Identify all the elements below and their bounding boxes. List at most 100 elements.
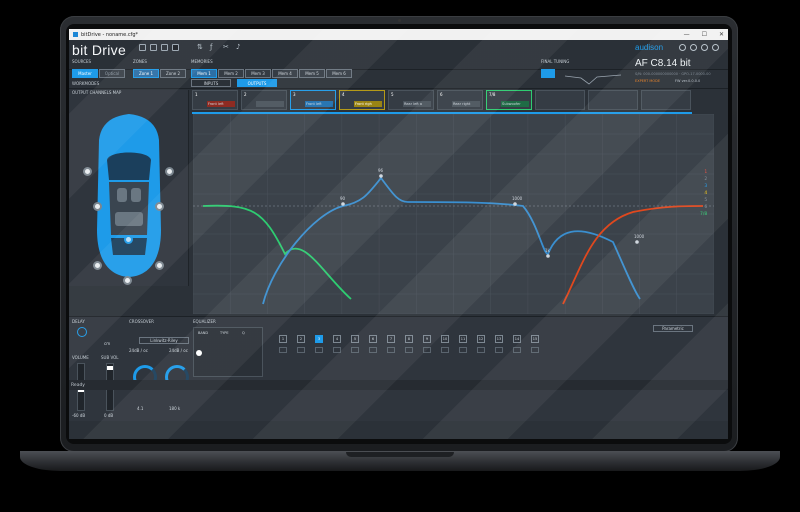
eq-mode-select[interactable]: Parametric — [653, 325, 693, 332]
eq-band-6[interactable]: 6 — [369, 335, 377, 343]
speaker-rear-right[interactable] — [155, 261, 164, 270]
eq-band-type[interactable] — [351, 347, 359, 353]
microphone-icon[interactable]: ♪ — [236, 44, 243, 51]
legend-ch-7-8[interactable]: 7/8 — [700, 211, 707, 218]
settings-icon[interactable] — [690, 44, 697, 51]
workmodes-label: WORKMODES — [72, 81, 100, 86]
speaker-subwoofer[interactable] — [123, 276, 132, 285]
legend-ch-2[interactable]: 2 — [700, 176, 707, 183]
eq-band-type[interactable] — [369, 347, 377, 353]
eq-band-type[interactable] — [405, 347, 413, 353]
legend-ch-3[interactable]: 3 — [700, 183, 707, 190]
eq-band-type[interactable] — [279, 347, 287, 353]
support-icon[interactable] — [712, 44, 719, 51]
help-icon[interactable] — [679, 44, 686, 51]
new-file-icon[interactable] — [139, 44, 146, 51]
output-map-panel: OUTPUT CHANNELS MAP — [69, 90, 189, 286]
maximize-button[interactable]: ☐ — [702, 31, 707, 38]
channel-3[interactable]: 3 Front left — [290, 90, 336, 110]
channel-7-8[interactable]: 7/8 Subwoofer — [486, 90, 532, 110]
channel-number: 1 — [195, 92, 198, 97]
legend-ch-4[interactable]: 4 — [700, 190, 707, 197]
channel-4[interactable]: 4 Front righ — [339, 90, 385, 110]
eq-band-type[interactable] — [531, 347, 539, 353]
tab-outputs[interactable]: OUTPUTS — [237, 79, 277, 87]
frequency-response-graph[interactable]: 96 90 1000 1k 1000 — [193, 114, 714, 314]
crossover-slope-hp[interactable]: 24dB / oc — [129, 348, 148, 353]
channel-label: Subwoofer — [501, 101, 529, 107]
eq-band-type[interactable] — [495, 347, 503, 353]
speaker-front-right[interactable] — [165, 167, 174, 176]
eq-band-7[interactable]: 7 — [387, 335, 395, 343]
crossover-type-select[interactable]: Linkwitz-Riley — [139, 337, 189, 344]
eq-band-type[interactable] — [477, 347, 485, 353]
device-icon[interactable] — [172, 44, 179, 51]
eq-band-14[interactable]: 14 — [513, 335, 521, 343]
channel-extra[interactable] — [535, 90, 585, 110]
speaker-front-left[interactable] — [83, 167, 92, 176]
eq-band-5[interactable]: 5 — [351, 335, 359, 343]
routing-icon[interactable]: ⇅ — [197, 44, 204, 51]
eq-band-13[interactable]: 13 — [495, 335, 503, 343]
legend-ch-1[interactable]: 1 — [700, 169, 707, 176]
eq-band-type[interactable] — [297, 347, 305, 353]
eq-point-marker — [379, 174, 383, 178]
channel-strip: 1 Front left 2 3 Front left 4 Front righ… — [190, 90, 728, 114]
channel-extra[interactable] — [641, 90, 691, 110]
eq-point-label: 1000 — [512, 196, 523, 201]
delay-knob[interactable] — [77, 327, 87, 337]
eq-point-marker — [635, 240, 639, 244]
zones-label: ZONES — [133, 59, 147, 64]
channel-5[interactable]: 5 Rear left a — [388, 90, 434, 110]
sub-vol-slider-thumb[interactable] — [107, 366, 113, 370]
channel-extra[interactable] — [588, 90, 638, 110]
eq-band-type[interactable] — [459, 347, 467, 353]
channel-label — [256, 101, 284, 107]
eq-band-11[interactable]: 11 — [459, 335, 467, 343]
eq-band-type[interactable] — [333, 347, 341, 353]
close-button[interactable]: ✕ — [719, 31, 724, 38]
output-map-label: OUTPUT CHANNELS MAP — [72, 90, 122, 95]
eq-band-type[interactable] — [387, 347, 395, 353]
eq-band-9[interactable]: 9 — [423, 335, 431, 343]
eq-band-dot[interactable] — [196, 350, 202, 356]
eq-point-marker — [341, 202, 345, 206]
speaker-rear-left[interactable] — [93, 261, 102, 270]
eq-band-2[interactable]: 2 — [297, 335, 305, 343]
save-icon[interactable] — [161, 44, 168, 51]
eq-band-editor: BAND TYPE Q — [193, 327, 263, 377]
speaker-mid-left[interactable] — [93, 202, 102, 211]
channel-1[interactable]: 1 Front left — [192, 90, 238, 110]
channel-2[interactable]: 2 — [241, 90, 287, 110]
eq-band-12[interactable]: 12 — [477, 335, 485, 343]
crossover-slope-lp[interactable]: 24dB / oc — [169, 348, 188, 353]
eq-type-header: TYPE — [220, 331, 229, 335]
eq-band-4[interactable]: 4 — [333, 335, 341, 343]
app-screen: bitDrive - noname.cfg* — ☐ ✕ bit Drive ⇅… — [69, 29, 728, 439]
eq-band-15[interactable]: 15 — [531, 335, 539, 343]
info-icon[interactable] — [701, 44, 708, 51]
eq-band-1[interactable]: 1 — [279, 335, 287, 343]
tools-icon[interactable]: ✂ — [223, 44, 230, 51]
function-icon[interactable]: ƒ — [210, 44, 217, 51]
eq-band-type[interactable] — [513, 347, 521, 353]
speaker-center[interactable] — [124, 235, 133, 244]
legend-ch-5[interactable]: 5 — [700, 197, 707, 204]
eq-band-type[interactable] — [315, 347, 323, 353]
eq-band-type[interactable] — [423, 347, 431, 353]
eq-band-8[interactable]: 8 — [405, 335, 413, 343]
eq-q-header: Q — [242, 331, 245, 335]
top-bar: bit Drive ⇅ ƒ ✂ ♪ audison SOURCES ZONES … — [69, 40, 728, 70]
tab-inputs[interactable]: INPUTS — [191, 79, 231, 87]
memories-label: MEMORIES — [191, 59, 213, 64]
eq-band-header: BAND — [198, 331, 209, 335]
delay-unit: cm — [104, 341, 111, 346]
legend-ch-6[interactable]: 6 — [700, 204, 707, 211]
open-folder-icon[interactable] — [150, 44, 157, 51]
eq-band-10[interactable]: 10 — [441, 335, 449, 343]
channel-6[interactable]: 6 Rear right — [437, 90, 483, 110]
eq-band-type[interactable] — [441, 347, 449, 353]
speaker-mid-right[interactable] — [155, 202, 164, 211]
eq-band-3[interactable]: 3 — [315, 335, 323, 343]
minimize-button[interactable]: — — [684, 31, 690, 38]
